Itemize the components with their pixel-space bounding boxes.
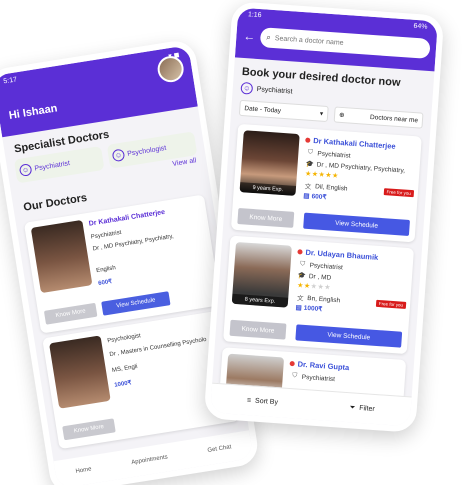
know-more-button[interactable]: Know More [62,418,116,441]
doctor-speciality: Psychiatrist [317,149,351,160]
doctor-fee: 1000₹ [303,304,323,314]
doctor-card[interactable]: 8 years Exp. Dr. Udayan Bhaumik ⛉ Psychi… [223,235,415,355]
fee-row: ▤ 600₹ [303,192,327,202]
know-more-button[interactable]: Know More [237,208,295,228]
doctor-fee: 600₹ [97,278,113,288]
speciality-row: ⛉ Psychiatrist [306,149,351,160]
filter-label: Filter [358,404,375,413]
doctor-degree: Dr , MD [308,272,332,282]
free-badge: Free for you [375,299,407,309]
doctor-name: Dr Kathakali Chatterjee [312,136,396,151]
shield-icon: ⛉ [307,148,314,157]
location-icon: ⊕ [338,111,345,120]
doctor-photo [30,219,93,294]
doctor-speciality: Psychologist [106,333,142,345]
doctor-language: Bn, English [307,294,341,304]
search-icon: ⌕ [266,32,272,42]
doctor-name: Dr. Ravi Gupta [297,359,350,373]
doctor-fee: 1000₹ [114,380,132,389]
sort-by-button[interactable]: ≡ Sort By [247,397,278,406]
sort-label: Sort By [254,397,279,407]
star-filled-icon: ★ [331,172,340,180]
language-icon: 文 [296,295,304,303]
doctor-card[interactable]: 9 years Exp. Dr Kathakali Chatterjee ⛉ P… [230,123,422,243]
know-more-button[interactable]: Know More [43,302,98,325]
date-filter-label: Date - Today [244,104,282,115]
experience-label: 8 years Exp. [231,293,289,308]
view-schedule-button[interactable]: View Schedule [295,324,403,348]
view-schedule-button[interactable]: View Schedule [303,212,410,236]
doctor-name: Dr. Udayan Bhaumik [305,247,379,262]
back-arrow-icon[interactable]: ← [242,29,257,44]
language-icon: 文 [304,183,312,192]
fee-icon: ▤ [303,192,310,200]
filter-button[interactable]: ⏷ Filter [349,404,375,414]
graduation-cap-icon: 🎓 [297,272,307,280]
search-input[interactable] [274,34,425,53]
filter-icon: ⏷ [349,403,356,412]
view-schedule-button[interactable]: View Schedule [101,291,171,316]
speciality-label: Psychologist [126,144,167,158]
doctor-photo [49,335,111,409]
experience-label: 9 years Exp. [239,182,297,196]
speciality-label: Psychiatrist [33,159,71,173]
graduation-cap-icon: 🎓 [305,160,314,169]
rating-stars: ★★★★★ [297,281,331,291]
status-time: 5:17 [3,76,18,86]
online-status-dot [297,249,303,255]
doctor-language: Dil, English [314,182,348,193]
star-empty-icon: ★ [323,284,332,292]
rating-stars: ★★★★★ [305,170,339,180]
near-filter-label: Doctors near me [369,113,419,124]
doctor-speciality: Psychiatrist [301,373,336,383]
nav-chat[interactable]: Get Chat [207,444,232,454]
fee-icon: ▤ [295,304,302,312]
fee-row: ▤ 1000₹ [295,303,322,313]
nav-home[interactable]: Home [75,466,92,474]
doctor-fee: 600₹ [311,193,327,202]
shield-icon: ⛉ [292,372,298,380]
status-battery: 64% [413,22,428,31]
speciality-row: ⛉ Psychiatrist [298,260,343,271]
psychologist-icon: ☺ [111,148,126,163]
chevron-down-icon: ▾ [319,110,324,118]
date-filter[interactable]: Date - Today ▾ [238,99,329,123]
speciality-row: ⛉ Psychiatrist [291,372,336,383]
degree-row: 🎓 Dr , MD [298,271,332,281]
online-status-dot [305,137,311,143]
doctors-near-me-filter[interactable]: ⊕ Doctors near me [333,106,424,129]
chip-label: Psychiatrist [256,85,293,95]
shield-icon: ⛉ [299,260,306,268]
know-more-button[interactable]: Know More [229,319,287,340]
doctor-photo: 8 years Exp. [231,241,292,308]
sort-icon: ≡ [246,397,252,405]
psychiatrist-icon: ☺ [240,81,254,95]
online-status-dot [289,360,295,367]
marketing-stage: 5:17 ▾ ◼ Hi Ishaan Specialist Doctors ☺ … [0,0,465,485]
doctor-photo: 9 years Exp. [239,130,300,196]
doctor-language: English [95,265,117,275]
doctor-name: Dr Kathakali Chatterjee [88,208,166,228]
doctor-speciality: Psychiatrist [309,261,344,271]
doctor-language: MS, Engli [111,363,138,374]
free-badge: Free for you [383,188,415,198]
status-time: 1:16 [247,11,262,20]
nav-appointments[interactable]: Appointments [131,454,168,466]
doctor-speciality: Psychiatrist [90,229,122,241]
doctor-card[interactable]: Dr Kathakali Chatterjee Psychiatrist Dr … [23,194,222,334]
greeting: Hi Ishaan [8,102,59,122]
psychiatrist-icon: ☺ [18,163,33,177]
front-phone: 1:16 64% ← ⌕ Book your desired doctor no… [203,1,445,433]
